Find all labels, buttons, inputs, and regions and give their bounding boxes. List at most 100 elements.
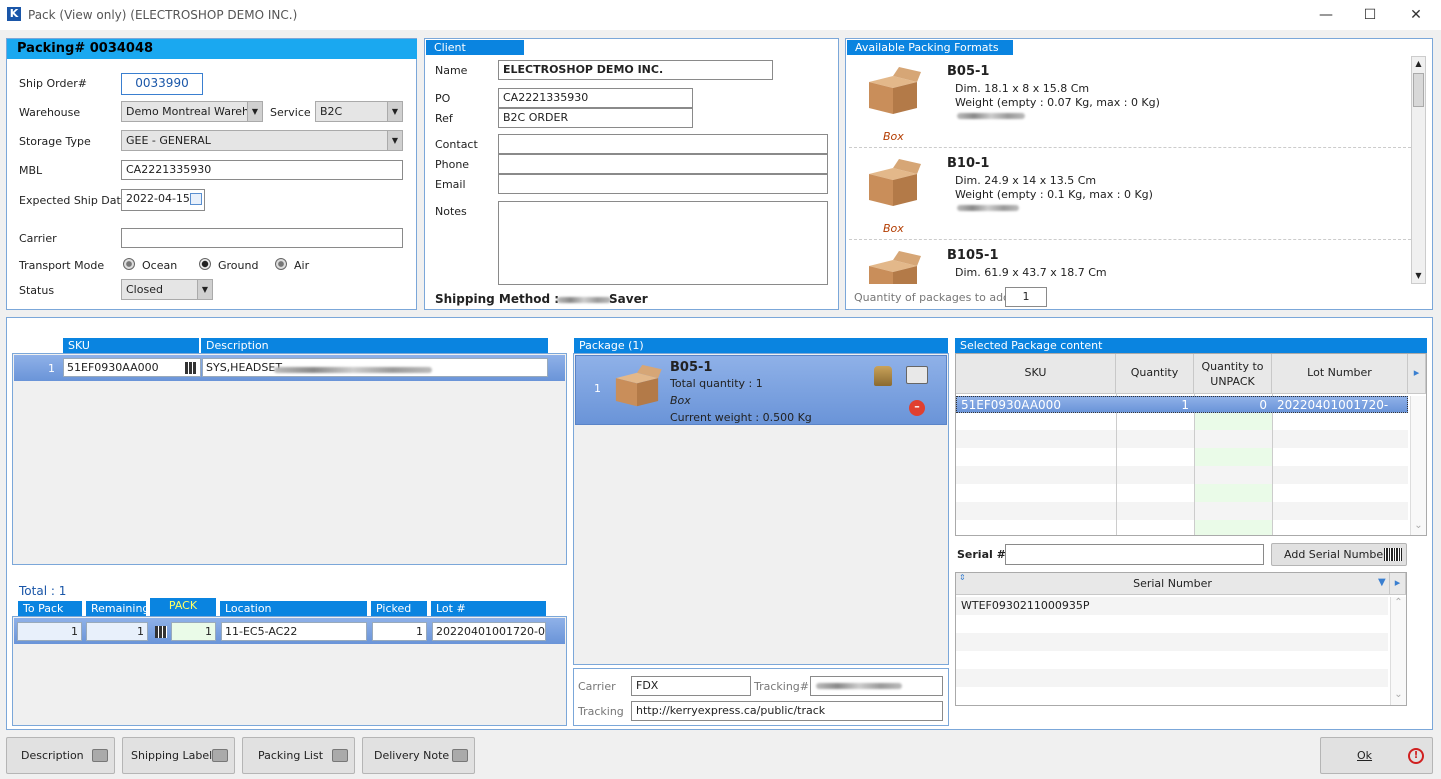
picked-cell[interactable]: 1 xyxy=(372,622,427,641)
format-dim: Dim. 24.9 x 14 x 13.5 Cm xyxy=(955,174,1097,187)
grid-icon[interactable] xyxy=(185,362,197,374)
format-type: Box xyxy=(883,222,904,235)
package-item[interactable]: 1 B05-1 Total quantity : 1 Box Current w… xyxy=(575,355,947,425)
content-qty-cell: 1 xyxy=(1181,398,1189,412)
delivery-note-button[interactable]: Delivery Note xyxy=(362,737,475,774)
serial-table: Serial Number ⇕ ▼ ▸ WTEF0930211000935P ⌃… xyxy=(955,572,1407,706)
tracking-url-field[interactable]: http://kerryexpress.ca/public/track xyxy=(631,701,943,721)
content-lot-cell: 20220401001720-001 xyxy=(1277,398,1389,426)
close-button[interactable]: ✕ xyxy=(1401,5,1431,25)
title-bar: K Pack (View only) (ELECTROSHOP DEMO INC… xyxy=(0,0,1441,30)
ground-radio[interactable] xyxy=(199,258,211,270)
format-item[interactable]: B105-1 Dim. 61.9 x 43.7 x 18.7 Cm xyxy=(849,240,1411,284)
format-name: B05-1 xyxy=(947,64,990,79)
package-weight: Current weight : 0.500 Kg xyxy=(670,411,812,424)
content-sku-header: SKU xyxy=(956,354,1116,394)
scroll-thumb[interactable] xyxy=(1413,73,1424,107)
serial-scrollbar[interactable]: ⌃ ⌄ xyxy=(1390,597,1406,705)
warehouse-select[interactable]: Demo Montreal Warehouse ▼ xyxy=(121,101,263,122)
table-row[interactable]: 51EF0930AA000 1 0 20220401001720-001 xyxy=(956,396,1408,426)
chevron-right-icon[interactable]: ▸ xyxy=(1408,354,1426,394)
calendar-icon[interactable] xyxy=(190,193,202,205)
redacted-text xyxy=(557,297,611,303)
format-item[interactable]: Box B10-1 Dim. 24.9 x 14 x 13.5 Cm Weigh… xyxy=(849,148,1411,240)
remove-icon[interactable]: – xyxy=(909,400,925,416)
scroll-up-icon[interactable]: ▲ xyxy=(1412,57,1425,71)
packing-list-button[interactable]: Packing List xyxy=(242,737,355,774)
air-radio[interactable] xyxy=(275,258,287,270)
grid-icon[interactable] xyxy=(155,626,167,638)
formats-header: Available Packing Formats xyxy=(847,40,1013,55)
row-number: 1 xyxy=(48,362,55,375)
content-unpack-cell[interactable]: 0 xyxy=(1195,398,1267,412)
contact-field[interactable] xyxy=(498,134,828,154)
chevron-right-icon[interactable]: ▸ xyxy=(1390,573,1406,595)
stripe-row xyxy=(956,502,1408,520)
chevron-down-icon: ▼ xyxy=(197,280,212,299)
location-cell[interactable]: 11-EC5-AC22 xyxy=(221,622,367,641)
total-label: Total : 1 xyxy=(19,584,67,598)
filter-icon[interactable]: ▼ xyxy=(1378,577,1386,588)
notes-label: Notes xyxy=(435,205,467,218)
email-field[interactable] xyxy=(498,174,828,194)
format-dim: Dim. 61.9 x 43.7 x 18.7 Cm xyxy=(955,266,1107,279)
sort-icon[interactable]: ⇕ xyxy=(959,573,966,582)
pack-cell[interactable]: 1 xyxy=(171,622,216,641)
client-panel: Client Name ELECTROSHOP DEMO INC. PO CA2… xyxy=(424,38,839,310)
format-weight: Weight (empty : 0.1 Kg, max : 0 Kg) xyxy=(955,188,1153,201)
shipping-labels-button[interactable]: Shipping Labels xyxy=(122,737,235,774)
sku-cell[interactable]: 51EF0930AA000 xyxy=(63,358,201,377)
scroll-up-icon[interactable]: ⌃ xyxy=(1391,597,1406,608)
maximize-button[interactable]: ☐ xyxy=(1355,5,1385,25)
ship-order-field[interactable]: 0033990 xyxy=(121,73,203,95)
table-row[interactable]: 1 1 1 11-EC5-AC22 1 20220401001720-001 xyxy=(14,618,565,644)
expected-ship-date-field[interactable]: 2022-04-15 xyxy=(121,189,205,211)
mbl-field[interactable]: CA2221335930 xyxy=(121,160,403,180)
ref-label: Ref xyxy=(435,112,453,125)
format-item[interactable]: Box B05-1 Dim. 18.1 x 8 x 15.8 Cm Weight… xyxy=(849,56,1411,148)
package-total-qty: Total quantity : 1 xyxy=(670,377,763,390)
table-row[interactable]: WTEF0930211000935P xyxy=(956,597,1388,615)
package-header: Package (1) xyxy=(574,338,948,353)
chevron-down-icon: ▼ xyxy=(387,131,402,150)
printer-icon[interactable] xyxy=(906,366,928,384)
window-title: Pack (View only) (ELECTROSHOP DEMO INC.) xyxy=(28,8,298,22)
pkg-carrier-field[interactable]: FDX xyxy=(631,676,751,696)
mbl-label: MBL xyxy=(19,164,43,177)
description-button[interactable]: Description xyxy=(6,737,115,774)
service-select[interactable]: B2C ▼ xyxy=(315,101,403,122)
stripe-row xyxy=(956,430,1408,448)
service-label: Service xyxy=(270,106,311,119)
add-serial-button[interactable]: Add Serial Number xyxy=(1271,543,1407,566)
package-list: 1 B05-1 Total quantity : 1 Box Current w… xyxy=(573,353,949,665)
scroll-down-icon[interactable]: ⌄ xyxy=(1391,689,1406,700)
scroll-down-icon[interactable]: ⌄ xyxy=(1411,520,1426,531)
storage-type-select[interactable]: GEE - GENERAL ▼ xyxy=(121,130,403,151)
minimize-button[interactable]: — xyxy=(1311,5,1341,25)
ocean-radio[interactable] xyxy=(123,258,135,270)
qty-packages-field[interactable]: 1 xyxy=(1005,287,1047,307)
formats-scrollbar[interactable]: ▲ ▼ xyxy=(1411,56,1426,284)
phone-field[interactable] xyxy=(498,154,828,174)
carrier-field[interactable] xyxy=(121,228,403,248)
status-label: Status xyxy=(19,284,55,297)
content-qty-header: Quantity xyxy=(1116,354,1194,394)
status-select[interactable]: Closed ▼ xyxy=(121,279,213,300)
ok-button[interactable]: Ok! xyxy=(1320,737,1433,774)
name-label: Name xyxy=(435,64,468,77)
weight-scale-icon[interactable] xyxy=(874,366,892,386)
content-scrollbar[interactable]: ⌄ xyxy=(1410,396,1426,535)
scroll-down-icon[interactable]: ▼ xyxy=(1412,269,1425,283)
name-field[interactable]: ELECTROSHOP DEMO INC. xyxy=(498,60,773,80)
printer-icon xyxy=(332,749,348,762)
lot-cell[interactable]: 20220401001720-001 xyxy=(432,622,546,641)
serial-input[interactable] xyxy=(1005,544,1264,565)
ref-field[interactable]: B2C ORDER xyxy=(498,108,693,128)
content-lot-header: Lot Number xyxy=(1272,354,1408,394)
transport-mode-label: Transport Mode xyxy=(19,259,105,272)
serial-label: Serial # xyxy=(957,548,1006,561)
notes-field[interactable] xyxy=(498,201,828,285)
shipping-method-label: Shipping Method : xyxy=(435,292,560,306)
po-field[interactable]: CA2221335930 xyxy=(498,88,693,108)
table-row[interactable]: 1 51EF0930AA000 SYS,HEADSET xyxy=(14,355,565,381)
